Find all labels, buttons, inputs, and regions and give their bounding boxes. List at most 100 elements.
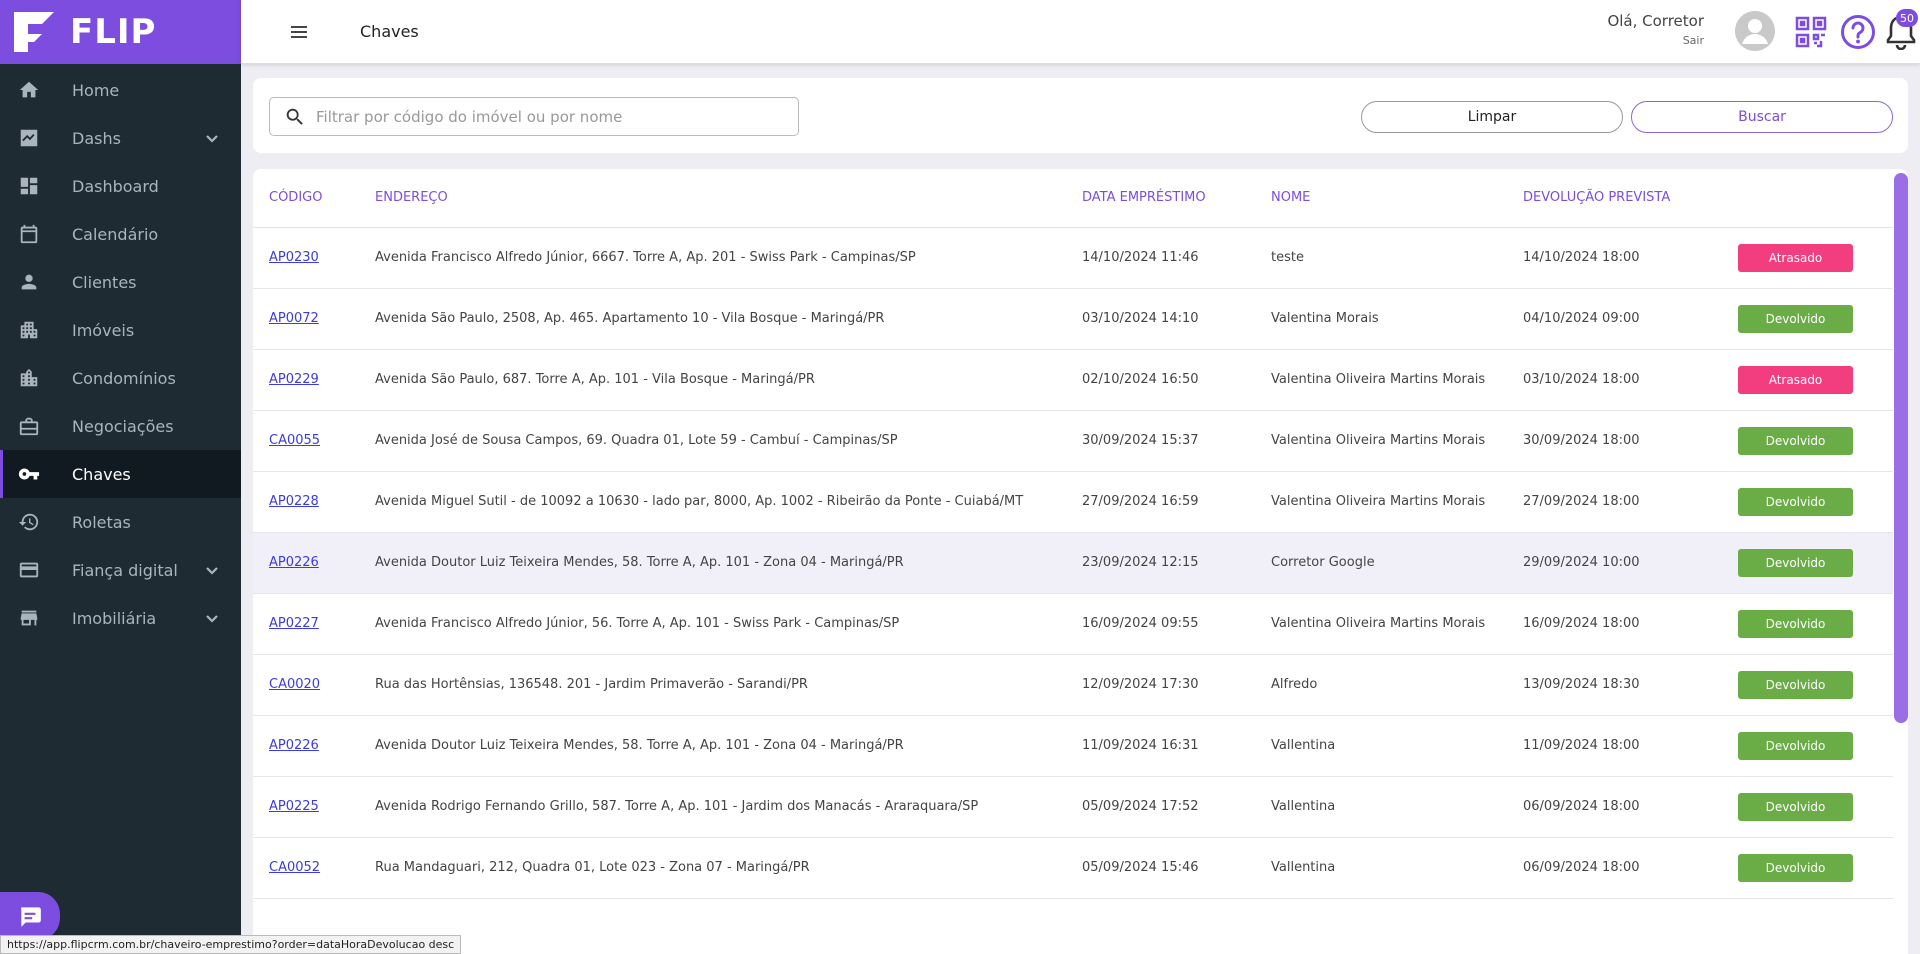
table-row[interactable]: CA0052 Rua Mandaguari, 212, Quadra 01, Lo…: [253, 837, 1893, 899]
table-row[interactable]: AP0072 Avenida São Paulo, 2508, Ap. 465. …: [253, 288, 1893, 350]
due-date-cell: 06/09/2024 18:00: [1523, 776, 1738, 838]
sidebar: FLIP Home Dashs Dashboard Calendário Cliente…: [0, 0, 241, 954]
due-date-cell: 30/09/2024 18:00: [1523, 410, 1738, 472]
status-cell: Devolvido: [1738, 776, 1893, 838]
sidebar-item-label: Negociações: [72, 416, 174, 436]
property-code-link[interactable]: AP0229: [269, 372, 319, 387]
sidebar-item-chaves[interactable]: Chaves: [0, 450, 241, 498]
sidebar-item-label: Chaves: [72, 464, 131, 484]
chat-button[interactable]: [0, 892, 60, 940]
due-date-cell: 13/09/2024 18:30: [1523, 654, 1738, 716]
status-cell: Devolvido: [1738, 288, 1893, 350]
table-row[interactable]: AP0228 Avenida Miguel Sutil - de 10092 a …: [253, 471, 1893, 533]
address-cell: Avenida Rodrigo Fernando Grillo, 587. To…: [375, 776, 1082, 838]
table-row[interactable]: AP0226 Avenida Doutor Luiz Teixeira Mende…: [253, 532, 1893, 594]
sidebar-item-negociacoes[interactable]: Negociações: [0, 402, 241, 450]
sidebar-item-calendario[interactable]: Calendário: [0, 210, 241, 258]
chevron-down-icon: [205, 131, 219, 145]
status-cell: Atrasado: [1738, 349, 1893, 411]
table-row[interactable]: CA0020 Rua das Hortênsias, 136548. 201 - …: [253, 654, 1893, 716]
sidebar-item-dashs[interactable]: Dashs: [0, 114, 241, 162]
property-code-link[interactable]: CA0020: [269, 677, 320, 692]
status-badge: Devolvido: [1738, 792, 1853, 821]
address-cell: Avenida São Paulo, 2508, Ap. 465. Aparta…: [375, 288, 1082, 350]
due-date-cell: 11/09/2024 18:00: [1523, 715, 1738, 777]
status-badge: Devolvido: [1738, 609, 1853, 638]
sidebar-item-label: Home: [72, 80, 120, 100]
flip-logo-icon: [12, 10, 56, 54]
property-code-link[interactable]: AP0225: [269, 799, 319, 814]
qr-code-icon[interactable]: [1795, 16, 1827, 48]
brand-header[interactable]: FLIP: [0, 0, 241, 64]
status-badge: Devolvido: [1738, 304, 1853, 333]
code-cell: CA0052: [253, 837, 375, 899]
loan-date-cell: 14/10/2024 11:46: [1082, 227, 1271, 289]
sidebar-item-label: Condomínios: [72, 368, 176, 388]
sidebar-item-fianca-digital[interactable]: Fiança digital: [0, 546, 241, 594]
sidebar-item-home[interactable]: Home: [0, 66, 241, 114]
sidebar-item-label: Dashs: [72, 128, 121, 148]
sidebar-item-dashboard[interactable]: Dashboard: [0, 162, 241, 210]
search-box: [269, 97, 799, 136]
code-cell: AP0230: [253, 227, 375, 289]
column-header[interactable]: CÓDIGO: [253, 169, 375, 228]
address-cell: Rua das Hortênsias, 136548. 201 - Jardim…: [375, 654, 1082, 716]
sidebar-item-clientes[interactable]: Clientes: [0, 258, 241, 306]
column-header[interactable]: ENDEREÇO: [375, 169, 1082, 228]
address-cell: Avenida José de Sousa Campos, 69. Quadra…: [375, 410, 1082, 472]
status-badge: Atrasado: [1738, 243, 1853, 272]
filter-card: Limpar Buscar: [253, 78, 1908, 153]
status-badge: Devolvido: [1738, 548, 1853, 577]
property-code-link[interactable]: AP0228: [269, 494, 319, 509]
due-date-cell: 29/09/2024 10:00: [1523, 532, 1738, 594]
name-cell: Valentina Oliveira Martins Morais: [1271, 471, 1523, 533]
table-row[interactable]: AP0230 Avenida Francisco Alfredo Júnior, …: [253, 227, 1893, 289]
table-row[interactable]: AP0225 Avenida Rodrigo Fernando Grillo, 5…: [253, 776, 1893, 838]
status-cell: Atrasado: [1738, 227, 1893, 289]
status-badge: Devolvido: [1738, 670, 1853, 699]
name-cell: teste: [1271, 227, 1523, 289]
status-badge: Devolvido: [1738, 731, 1853, 760]
property-code-link[interactable]: AP0227: [269, 616, 319, 631]
due-date-cell: 04/10/2024 09:00: [1523, 288, 1738, 350]
table-row[interactable]: AP0226 Avenida Doutor Luiz Teixeira Mende…: [253, 715, 1893, 777]
sidebar-item-roletas[interactable]: Roletas: [0, 498, 241, 546]
avatar[interactable]: [1735, 11, 1775, 51]
person-icon: [18, 271, 40, 293]
sidebar-item-condominios[interactable]: Condomínios: [0, 354, 241, 402]
code-cell: AP0072: [253, 288, 375, 350]
status-url: https://app.flipcrm.com.br/chaveiro-empr…: [0, 935, 462, 954]
building-icon: [18, 319, 40, 341]
table-row[interactable]: AP0227 Avenida Francisco Alfredo Júnior, …: [253, 593, 1893, 655]
hamburger-icon: [291, 26, 307, 38]
property-code-link[interactable]: AP0072: [269, 311, 319, 326]
search-button[interactable]: Buscar: [1631, 101, 1893, 133]
sidebar-item-imobiliaria[interactable]: Imobiliária: [0, 594, 241, 642]
page-title: Chaves: [360, 22, 419, 41]
logout-link[interactable]: Sair: [1607, 34, 1704, 47]
city-icon: [18, 367, 40, 389]
property-code-link[interactable]: AP0226: [269, 555, 319, 570]
column-header[interactable]: [1738, 169, 1893, 228]
property-code-link[interactable]: AP0230: [269, 250, 319, 265]
name-cell: Valentina Oliveira Martins Morais: [1271, 349, 1523, 411]
table-row[interactable]: AP0229 Avenida São Paulo, 687. Torre A, A…: [253, 349, 1893, 411]
code-cell: AP0226: [253, 715, 375, 777]
column-header[interactable]: DEVOLUÇÃO PREVISTA: [1523, 169, 1738, 228]
sidebar-item-imoveis[interactable]: Imóveis: [0, 306, 241, 354]
search-input[interactable]: [316, 107, 786, 126]
chart-icon: [18, 127, 40, 149]
table-scrollbar[interactable]: [1894, 173, 1908, 723]
keys-table: CÓDIGO ENDEREÇO DATA EMPRÉSTIMO NOME DEVOLUÇ…: [253, 169, 1893, 899]
help-icon[interactable]: [1840, 14, 1876, 50]
table-row[interactable]: CA0055 Avenida José de Sousa Campos, 69. …: [253, 410, 1893, 472]
status-cell: Devolvido: [1738, 654, 1893, 716]
menu-toggle-button[interactable]: [287, 20, 311, 44]
column-header[interactable]: DATA EMPRÉSTIMO: [1082, 169, 1271, 228]
briefcase-icon: [18, 415, 40, 437]
clear-button[interactable]: Limpar: [1361, 101, 1623, 133]
property-code-link[interactable]: CA0052: [269, 860, 320, 875]
property-code-link[interactable]: CA0055: [269, 433, 320, 448]
column-header[interactable]: NOME: [1271, 169, 1523, 228]
property-code-link[interactable]: AP0226: [269, 738, 319, 753]
